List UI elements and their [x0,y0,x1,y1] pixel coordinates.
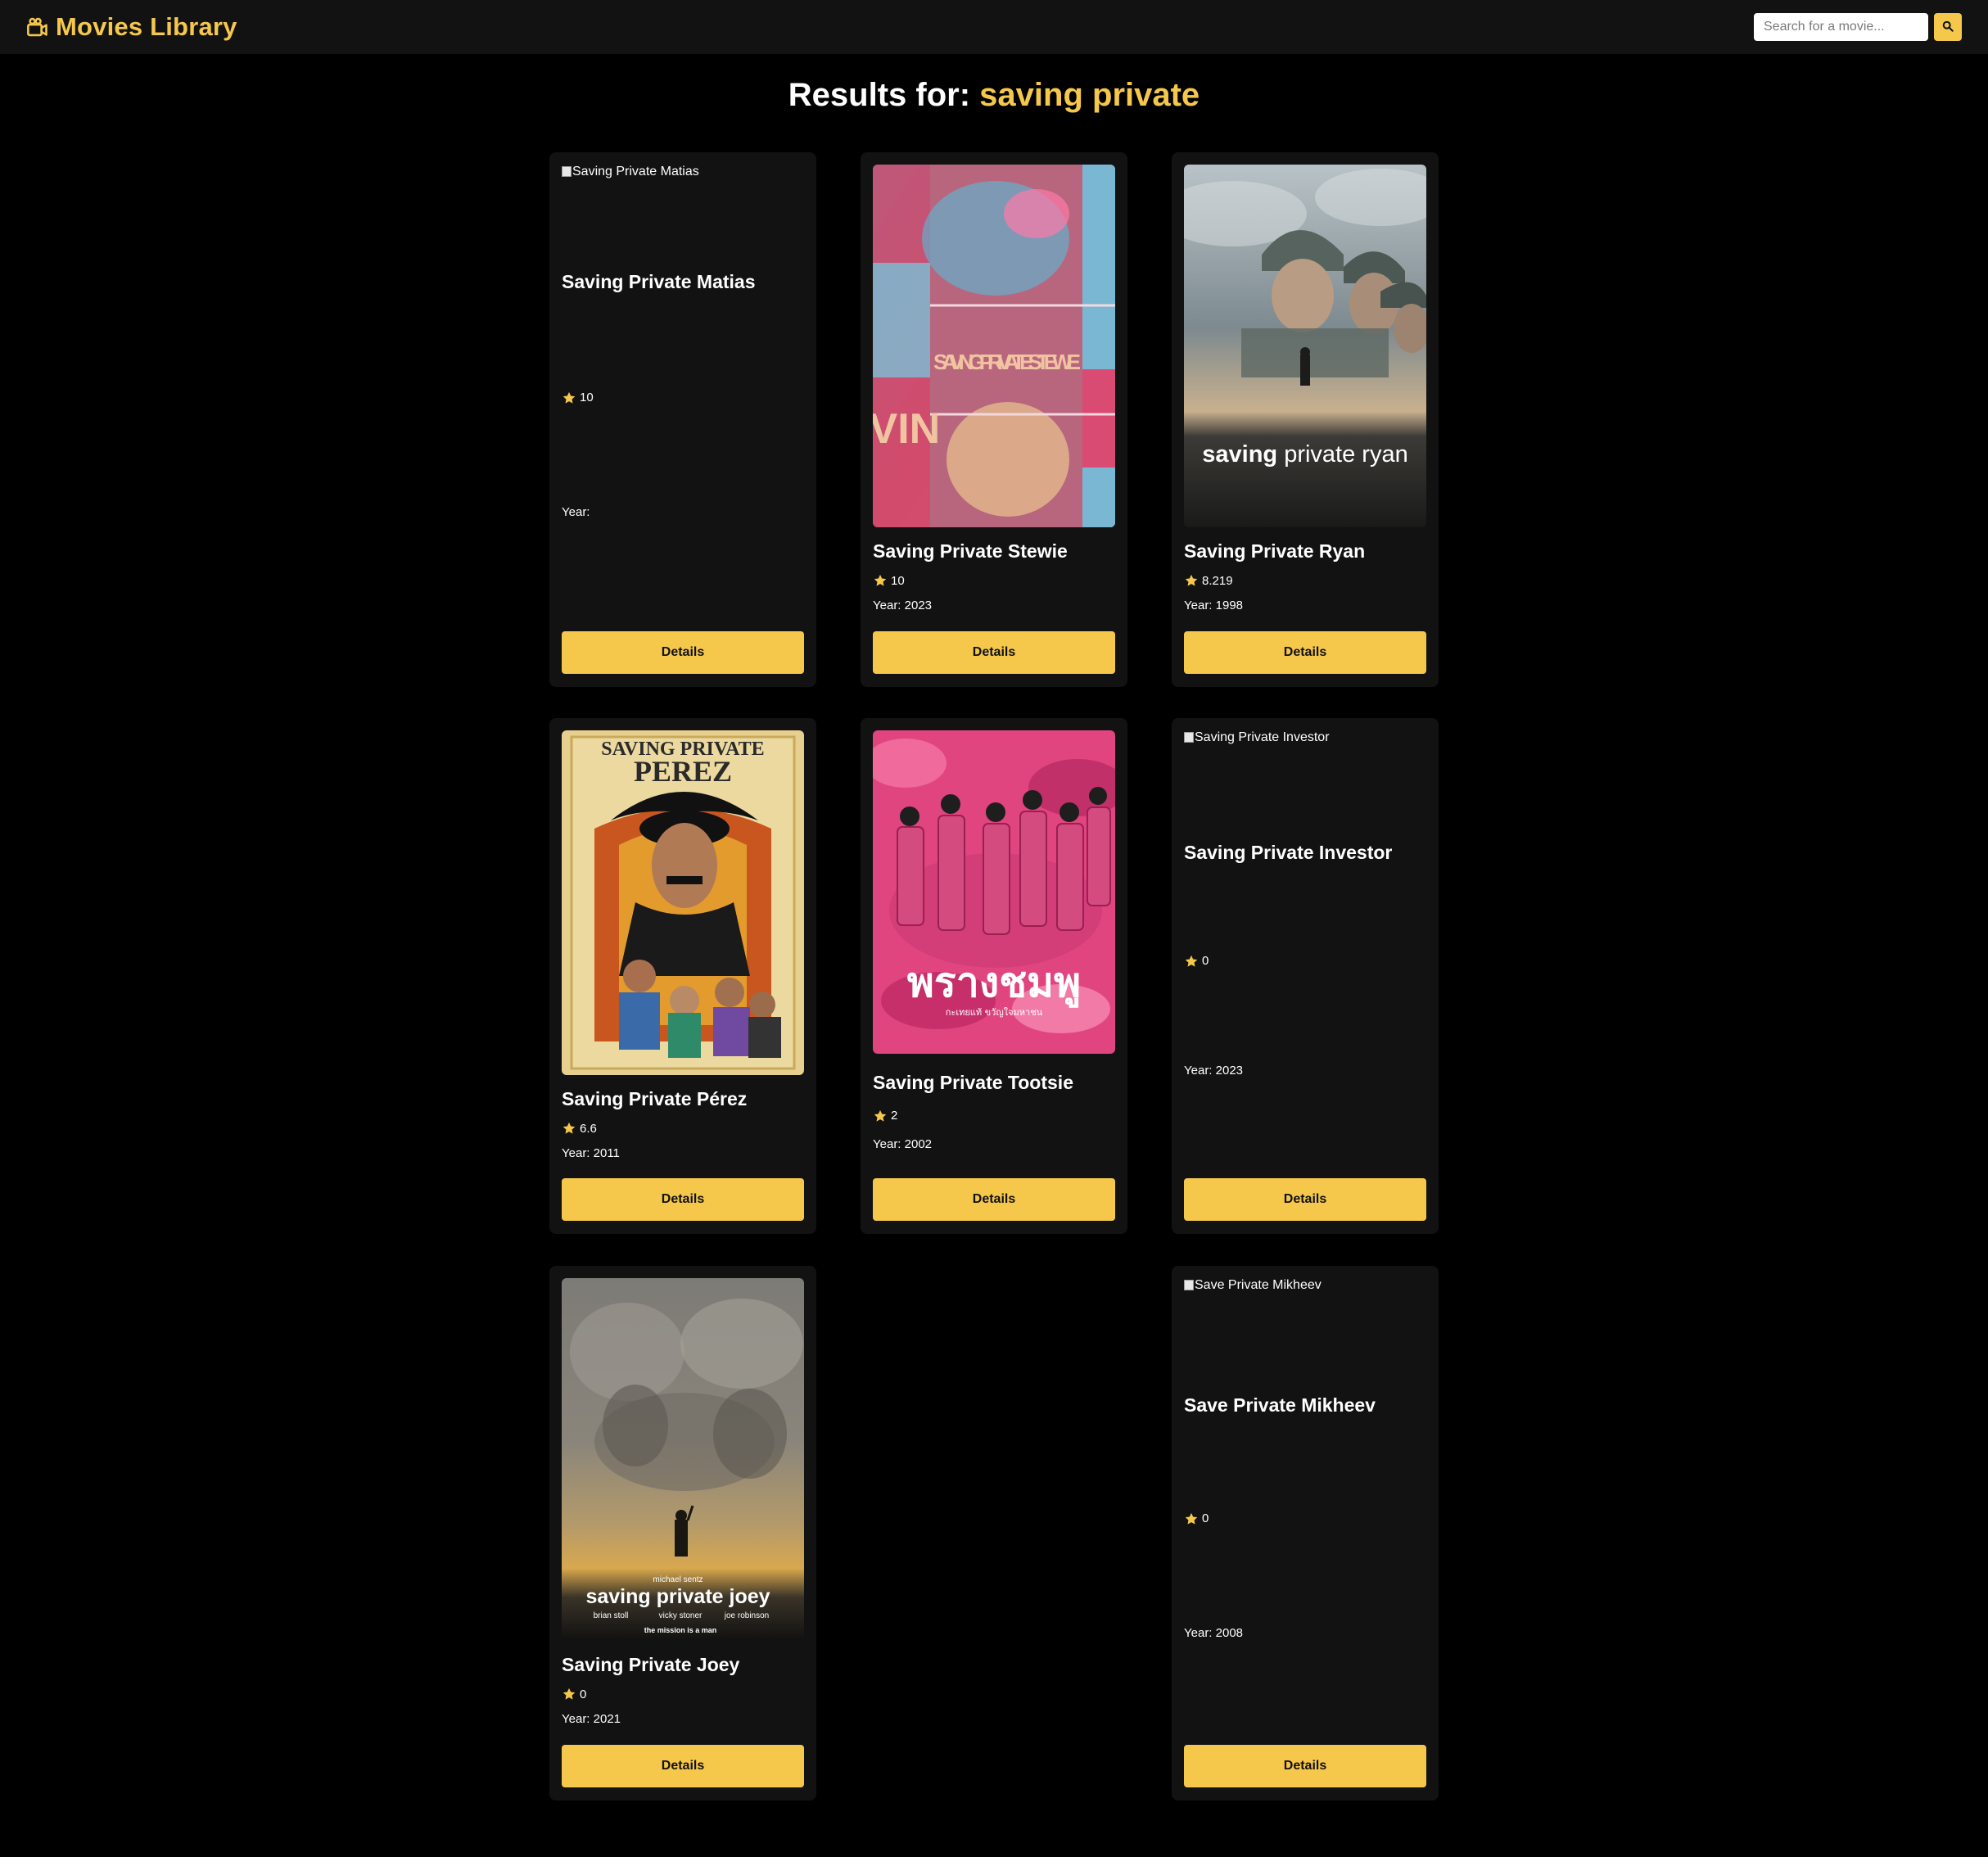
movie-title: Saving Private Pérez [562,1088,748,1109]
star-icon [874,575,887,586]
movie-poster: michael sentz saving private joey brian … [562,1278,804,1641]
details-button[interactable]: Details [873,631,1115,674]
search-button[interactable] [1934,13,1962,41]
rating-value: 10 [891,573,905,588]
details-button[interactable]: Details [562,1745,804,1787]
svg-text:saving private joey: saving private joey [585,1585,770,1608]
star-icon [1185,955,1198,967]
movie-title: Saving Private Ryan [1184,540,1366,562]
broken-image-icon [1184,1280,1194,1290]
movie-poster: saving private ryan [1184,165,1426,527]
movie-title: Saving Private Matias [562,271,756,292]
movie-card: SAVING PRIVATE STEWIE AVIN Saving Privat… [861,152,1127,687]
svg-text:the mission is a man: the mission is a man [644,1626,717,1634]
video-camera-icon [26,14,52,40]
movie-card: พรางชมพู กะเทยแท้ ขวัญใจมหาชน Saving Pri… [861,718,1127,1234]
movie-year: Year: 2008 [1184,1625,1244,1640]
broken-image-icon [562,166,572,177]
details-button[interactable]: Details [1184,1178,1426,1221]
movie-year: Year: 2011 [562,1145,620,1160]
svg-text:พรางชมพู: พรางชมพู [907,959,1081,1008]
svg-text:กะเทยแท้ ขวัญใจมหาชน: กะเทยแท้ ขวัญใจมหาชน [946,1007,1043,1018]
details-button[interactable]: Details [873,1178,1115,1221]
svg-text:PEREZ: PEREZ [634,755,732,788]
svg-text:michael sentz: michael sentz [653,1575,703,1584]
movie-card: Saving Private Matias Saving Private Mat… [549,152,816,687]
movie-rating: 10 [562,391,804,405]
movie-poster: Saving Private Matias [562,165,804,179]
movie-card: SAVING PRIVATE PEREZ Saving Private Pére… [549,718,816,1234]
search-input[interactable] [1754,13,1928,41]
movie-year: Year: 2023 [873,599,933,613]
poster-alt-text: Saving Private Matias [572,165,699,178]
rating-value: 8.219 [1202,573,1233,588]
movie-card: michael sentz saving private joey brian … [549,1266,816,1801]
movie-card: Save Private Mikheev Save Private Mikhee… [1172,1266,1439,1801]
movie-year: Year: 2002 [873,1136,933,1151]
movie-year: Year: 1998 [1184,599,1244,613]
search-icon [1942,20,1954,34]
movie-poster: พรางชมพู กะเทยแท้ ขวัญใจมหาชน [873,730,1115,1054]
movie-title: Saving Private Joey [562,1654,740,1675]
movie-rating: 0 [1184,1511,1426,1526]
rating-value: 6.6 [580,1121,597,1136]
rating-value: 2 [891,1109,898,1123]
svg-text:joe robinson: joe robinson [724,1611,769,1620]
details-button[interactable]: Details [562,631,804,674]
movie-poster: SAVING PRIVATE PEREZ [562,730,804,1075]
details-button[interactable]: Details [1184,631,1426,674]
movie-title: Saving Private Investor [1184,842,1393,863]
poster-alt-text: Saving Private Investor [1195,730,1330,744]
movie-rating: 0 [562,1687,804,1701]
movie-year: Year: 2023 [1184,1063,1244,1078]
brand-link[interactable]: Movies Library [26,12,237,42]
details-button[interactable]: Details [562,1178,804,1221]
star-icon [1185,1512,1198,1525]
star-icon [563,1122,576,1134]
movie-card: saving private ryan Saving Private Ryan … [1172,152,1439,687]
navbar: Movies Library [0,0,1988,54]
svg-text:SAVING PRIVATE STEWIE: SAVING PRIVATE STEWIE [933,350,1081,374]
results-query: saving private [979,77,1200,113]
movie-title: Saving Private Stewie [873,540,1068,562]
poster-alt-text: Save Private Mikheev [1195,1278,1322,1292]
results-prefix: Results for: [788,77,971,113]
movie-rating: 8.219 [1184,573,1426,588]
movie-rating: 0 [1184,954,1426,969]
svg-text:brian stoll: brian stoll [594,1611,629,1620]
rating-value: 0 [1202,1511,1209,1526]
star-icon [563,391,576,404]
movie-poster: SAVING PRIVATE STEWIE AVIN [873,165,1115,527]
movie-rating: 10 [873,573,1115,588]
movie-poster: Save Private Mikheev [1184,1278,1426,1293]
rating-value: 0 [580,1687,587,1701]
movie-year: Year: 2021 [562,1712,621,1727]
svg-text:vicky stoner: vicky stoner [659,1611,703,1620]
movie-title: Saving Private Tootsie [873,1072,1073,1093]
movie-year: Year: [562,504,590,519]
star-icon [874,1109,887,1122]
svg-text:AVIN: AVIN [873,405,940,453]
movie-rating: 6.6 [562,1121,804,1136]
rating-value: 10 [580,391,594,405]
search-form [1754,13,1962,41]
broken-image-icon [1184,732,1194,743]
details-button[interactable]: Details [1184,1745,1426,1787]
movie-poster: Saving Private Investor [1184,730,1426,745]
star-icon [563,1688,576,1700]
rating-value: 0 [1202,954,1209,969]
star-icon [1185,575,1198,586]
movie-card: Saving Private Investor Saving Private I… [1172,718,1439,1234]
movie-rating: 2 [873,1109,1115,1123]
movie-title: Save Private Mikheev [1184,1394,1376,1416]
svg-text:saving private ryan: saving private ryan [1202,441,1407,468]
brand-title: Movies Library [56,12,237,41]
results-heading: Results for: saving private [0,77,1988,114]
